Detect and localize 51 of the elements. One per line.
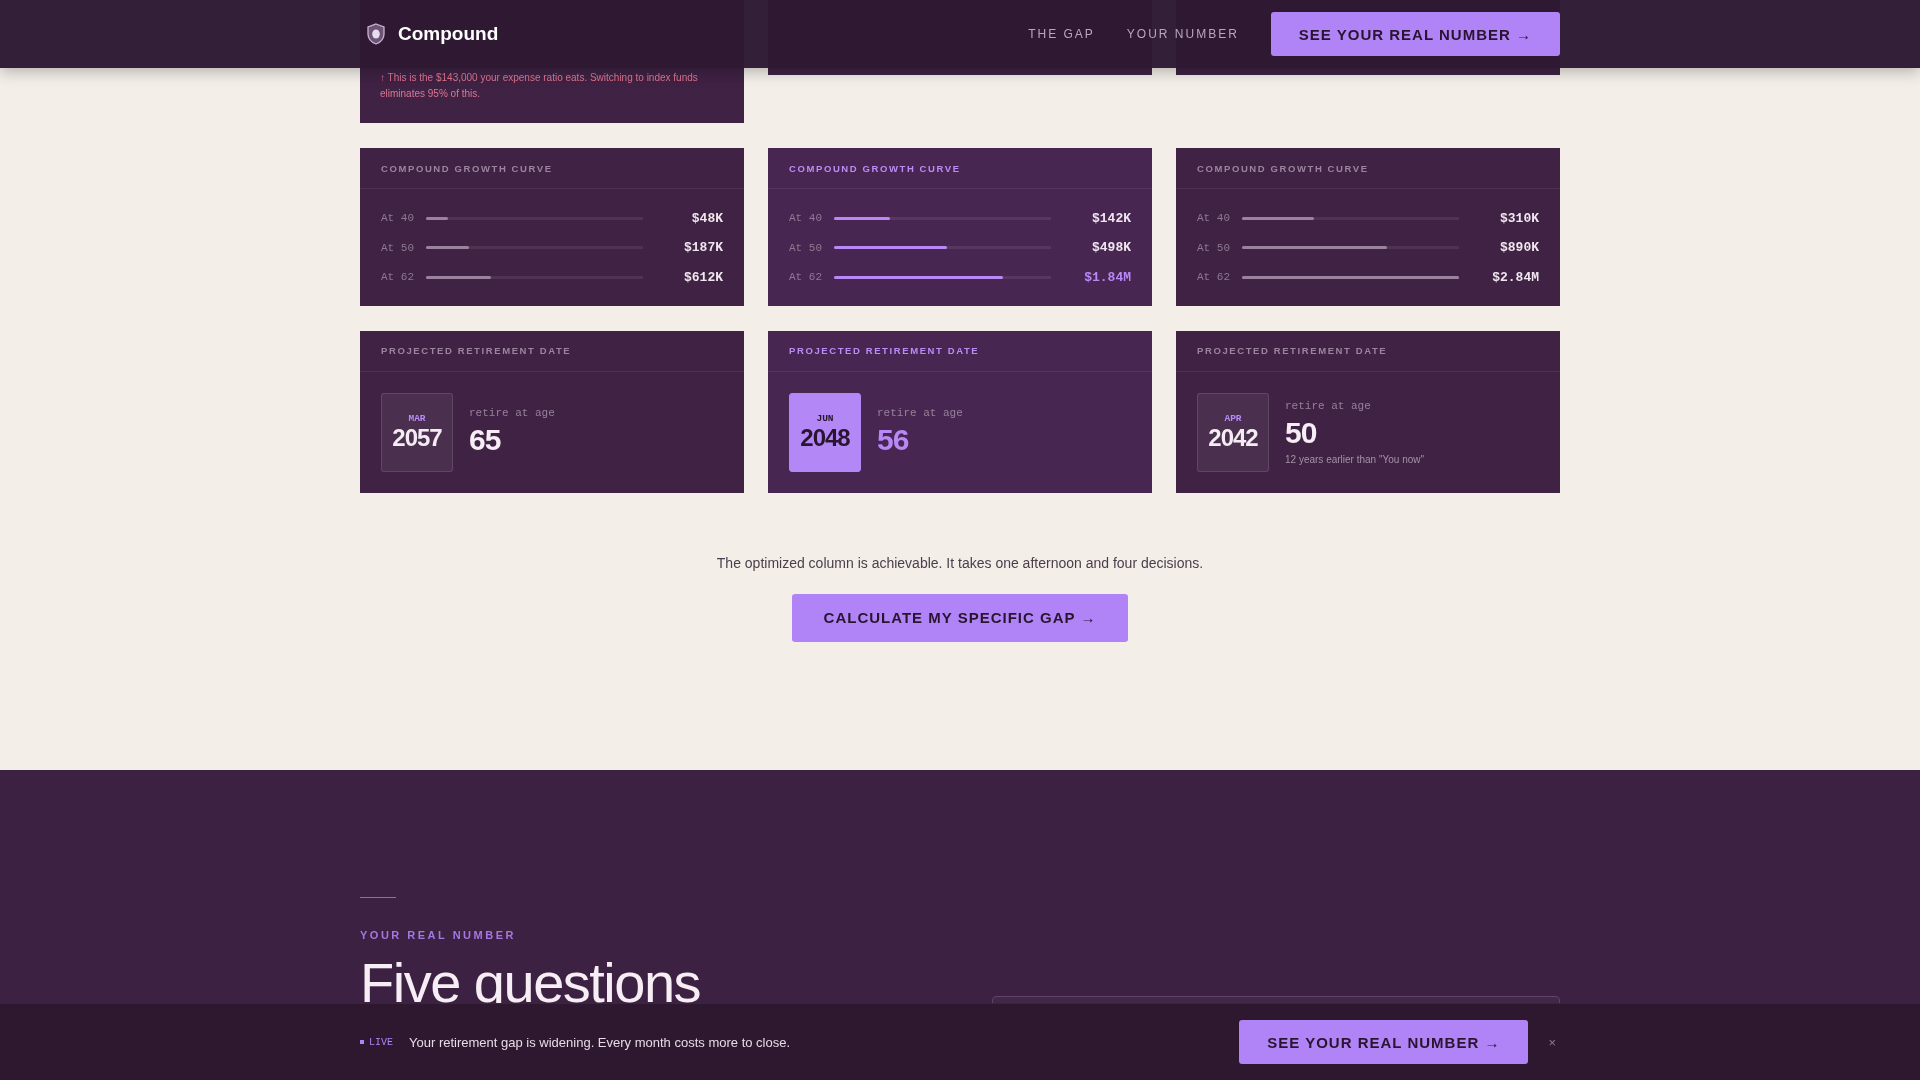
retirement-age: 50 [1285, 415, 1318, 450]
age-label: At 62 [1197, 271, 1231, 284]
card-title: PROJECTED RETIREMENT DATE [789, 345, 980, 356]
card-title: PROJECTED RETIREMENT DATE [1197, 345, 1388, 356]
age-label: At 62 [789, 271, 823, 284]
card-title: COMPOUND GROWTH CURVE [381, 162, 553, 174]
close-button[interactable]: × [1544, 1034, 1560, 1050]
nav-link[interactable]: THE GAP [1028, 27, 1095, 41]
balance-value: $612K [683, 269, 723, 285]
balance-value: $498K [1091, 240, 1131, 256]
balance-value: $48K [690, 210, 723, 226]
age-caption: retire at age [877, 407, 963, 419]
retirement-year: 2042 [1208, 423, 1258, 452]
age-label: At 50 [789, 241, 823, 254]
balance-value: $890K [1499, 240, 1539, 256]
section-heading: Five questions [360, 954, 702, 1011]
live-indicator: LIVE [360, 1036, 393, 1048]
balance-value: $142K [1091, 210, 1131, 226]
age-label: At 40 [789, 212, 823, 225]
section-eyebrow: YOUR REAL NUMBER [360, 928, 517, 941]
card-title: PROJECTED RETIREMENT DATE [381, 345, 572, 356]
comparison-note: 12 years earlier than "You now" [1285, 453, 1425, 465]
retirement-year: 2048 [800, 423, 850, 452]
balance-value: $310K [1499, 210, 1539, 226]
age-label: At 50 [1197, 241, 1231, 254]
balance-value: $187K [683, 240, 723, 256]
card-title: COMPOUND GROWTH CURVE [789, 162, 961, 174]
age-label: At 40 [381, 212, 415, 225]
gap-message: Your retirement gap is widening. Every month costs more to close. [409, 1034, 792, 1050]
nav-link[interactable]: YOUR NUMBER [1126, 27, 1239, 41]
calculate-gap-button[interactable]: CALCULATE MY SPECIFIC GAP → [791, 593, 1129, 642]
see-number-button[interactable]: SEE YOUR REAL NUMBER → [1270, 12, 1560, 56]
balance-value: $2.84M [1491, 269, 1539, 285]
retirement-year: 2057 [392, 423, 442, 452]
age-caption: retire at age [1285, 399, 1372, 412]
brand-name[interactable]: Compound [398, 23, 499, 45]
see-number-button[interactable]: SEE YOUR REAL NUMBER → [1239, 1020, 1529, 1064]
retirement-month: MAR [408, 412, 426, 424]
retirement-month: APR [1224, 412, 1242, 424]
age-caption: retire at age [469, 407, 555, 419]
balance-value: $1.84M [1083, 269, 1131, 285]
retirement-age: 56 [877, 423, 910, 457]
age-label: At 62 [381, 271, 415, 284]
summary-text: The optimized column is achievable. It takes one afternoon and four decisions. [715, 554, 1205, 571]
retirement-age: 65 [469, 423, 502, 457]
card-title: COMPOUND GROWTH CURVE [1197, 162, 1369, 174]
shield-logo-icon [366, 23, 386, 45]
retirement-month: JUN [816, 412, 834, 424]
age-label: At 40 [1197, 212, 1231, 225]
age-label: At 50 [381, 241, 415, 254]
expense-note: ↑ This is the $143,000 your expense ratio eats. Switching to index funds eliminates 95% of this. [380, 71, 699, 101]
